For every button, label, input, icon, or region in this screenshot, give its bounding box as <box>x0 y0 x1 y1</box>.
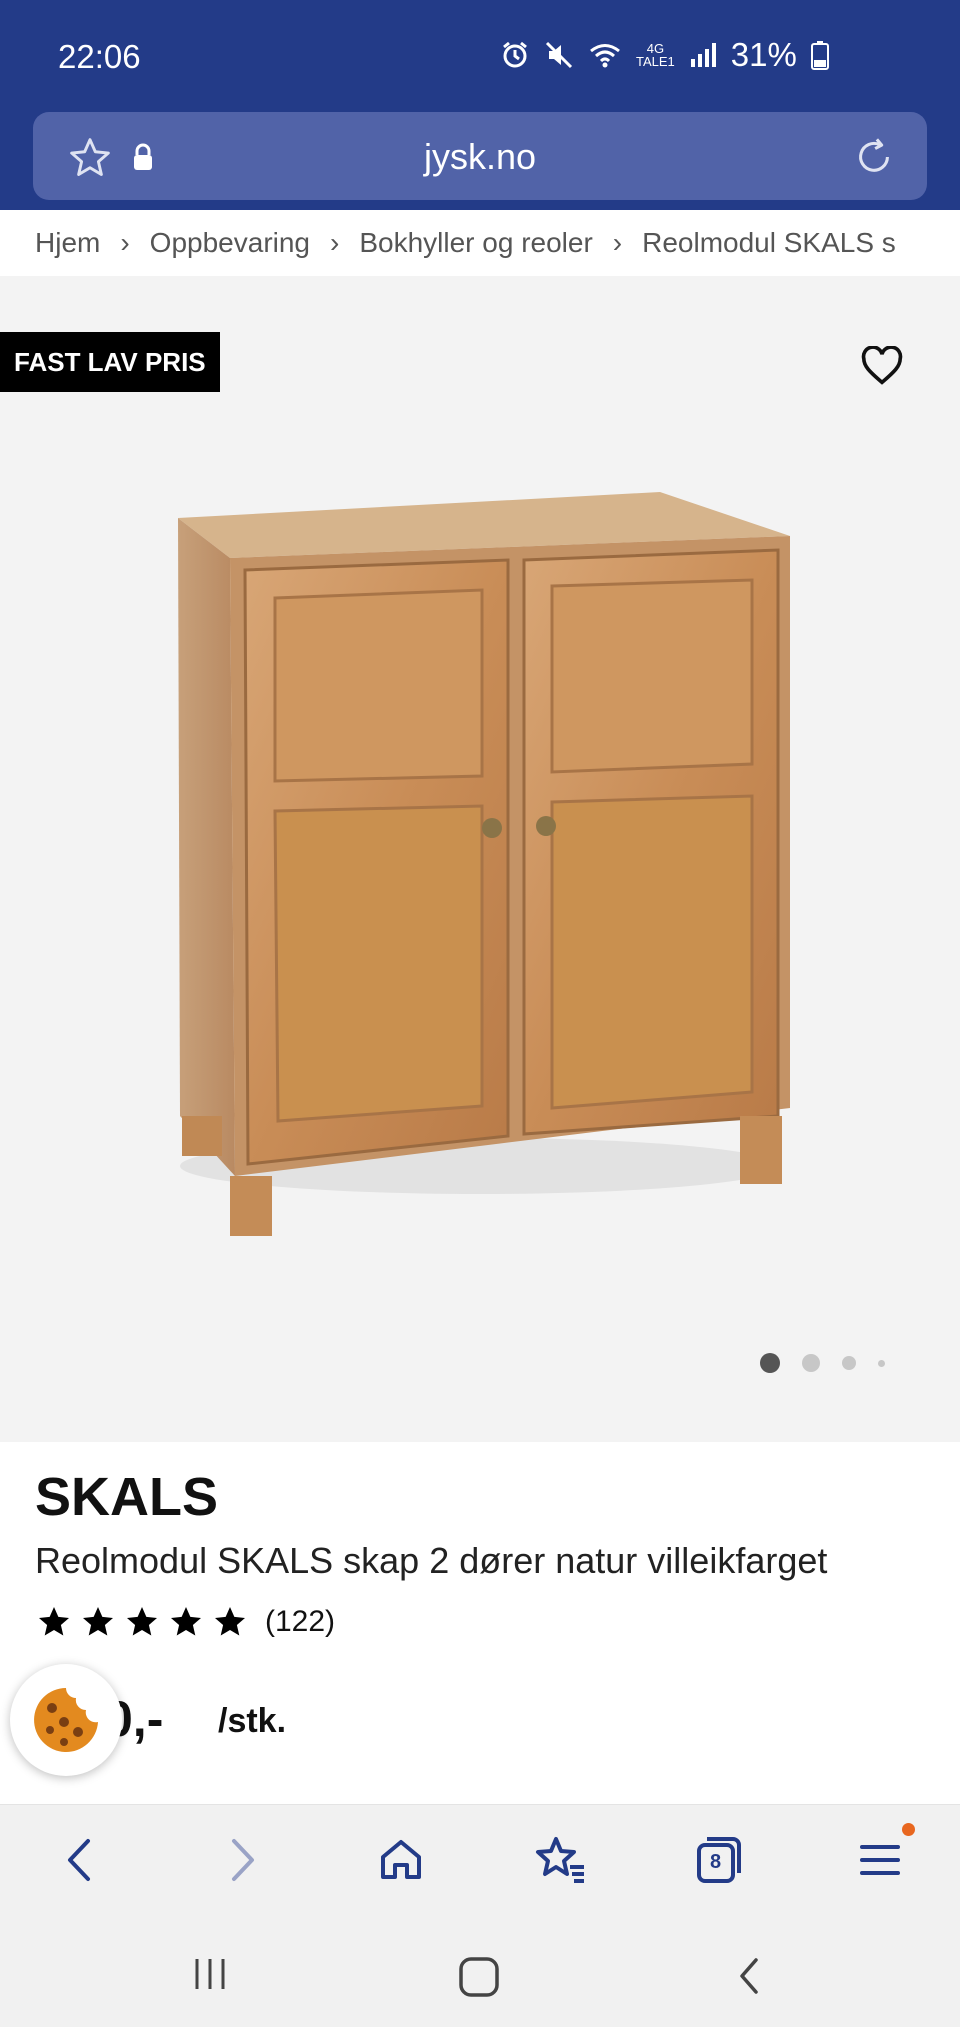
tabs-button[interactable]: 8 <box>694 1835 744 1885</box>
reload-icon[interactable] <box>851 134 897 180</box>
breadcrumb-separator: › <box>330 227 340 258</box>
star-icon <box>215 1607 245 1636</box>
battery-percent: 31% <box>730 36 797 73</box>
gallery-dot-active[interactable] <box>760 1353 780 1373</box>
breadcrumb-item-storage[interactable]: Oppbevaring <box>150 227 310 259</box>
breadcrumb-item-home[interactable]: Hjem <box>35 227 100 259</box>
star-icon <box>83 1607 113 1636</box>
breadcrumb-separator: › <box>612 227 623 258</box>
status-icons: 4G TALE1 31% <box>500 36 829 74</box>
breadcrumb: Hjem › Oppbevaring › Bokhyller og reoler… <box>0 210 960 276</box>
notification-dot <box>902 1823 915 1836</box>
browser-toolbar: 8 <box>0 1804 960 1915</box>
breadcrumb-item-bookshelves[interactable]: Bokhyller og reoler <box>359 227 592 259</box>
url-text[interactable]: jysk.no <box>33 136 927 178</box>
mute-icon <box>545 41 573 69</box>
signal-icon <box>690 43 716 67</box>
recent-apps-icon[interactable] <box>192 1956 228 1992</box>
browser-header: jysk.no <box>0 110 960 210</box>
breadcrumb-item-current[interactable]: Reolmodul SKALS s <box>642 227 896 259</box>
wifi-icon <box>590 44 620 68</box>
cookie-icon <box>34 1688 98 1752</box>
battery-icon <box>810 41 829 70</box>
status-time: 22:06 <box>58 38 141 75</box>
star-icon <box>171 1607 201 1636</box>
gallery-pagination[interactable] <box>760 1353 885 1373</box>
rating-count[interactable]: (122) <box>265 1605 335 1639</box>
product-image <box>178 492 790 1236</box>
status-bar: 22:06 4G TALE1 31% <box>0 0 960 110</box>
cookie-consent-button[interactable] <box>10 1664 122 1776</box>
gallery-dot[interactable] <box>802 1354 820 1372</box>
price-badge: FAST LAV PRIS <box>0 332 220 392</box>
network-type: 4G TALE1 <box>636 41 675 69</box>
star-icon <box>39 1607 69 1636</box>
url-bar[interactable]: jysk.no <box>33 112 927 200</box>
star-icon <box>127 1607 157 1636</box>
breadcrumb-separator: › <box>120 227 130 258</box>
product-gallery[interactable]: FAST LAV PRIS <box>0 276 960 1442</box>
heart-icon[interactable] <box>860 346 904 386</box>
gallery-dot[interactable] <box>878 1359 885 1367</box>
bookmarks-icon[interactable] <box>534 1835 588 1885</box>
home-button-icon[interactable] <box>458 1956 500 1998</box>
system-nav-bar <box>0 1914 960 2027</box>
product-rating[interactable]: (122) <box>35 1604 335 1640</box>
product-brand: SKALS <box>35 1467 219 1527</box>
gallery-dot[interactable] <box>842 1356 856 1370</box>
menu-icon[interactable] <box>858 1835 902 1885</box>
tabs-count: 8 <box>710 1851 722 1873</box>
alarm-icon <box>503 41 527 68</box>
system-back-icon[interactable] <box>734 1956 764 1996</box>
product-name: Reolmodul SKALS skap 2 dører natur ville… <box>35 1540 828 1581</box>
price-unit: /stk. <box>218 1702 287 1740</box>
back-icon[interactable] <box>60 1835 100 1885</box>
forward-icon[interactable] <box>222 1835 262 1885</box>
home-icon[interactable] <box>376 1835 426 1885</box>
